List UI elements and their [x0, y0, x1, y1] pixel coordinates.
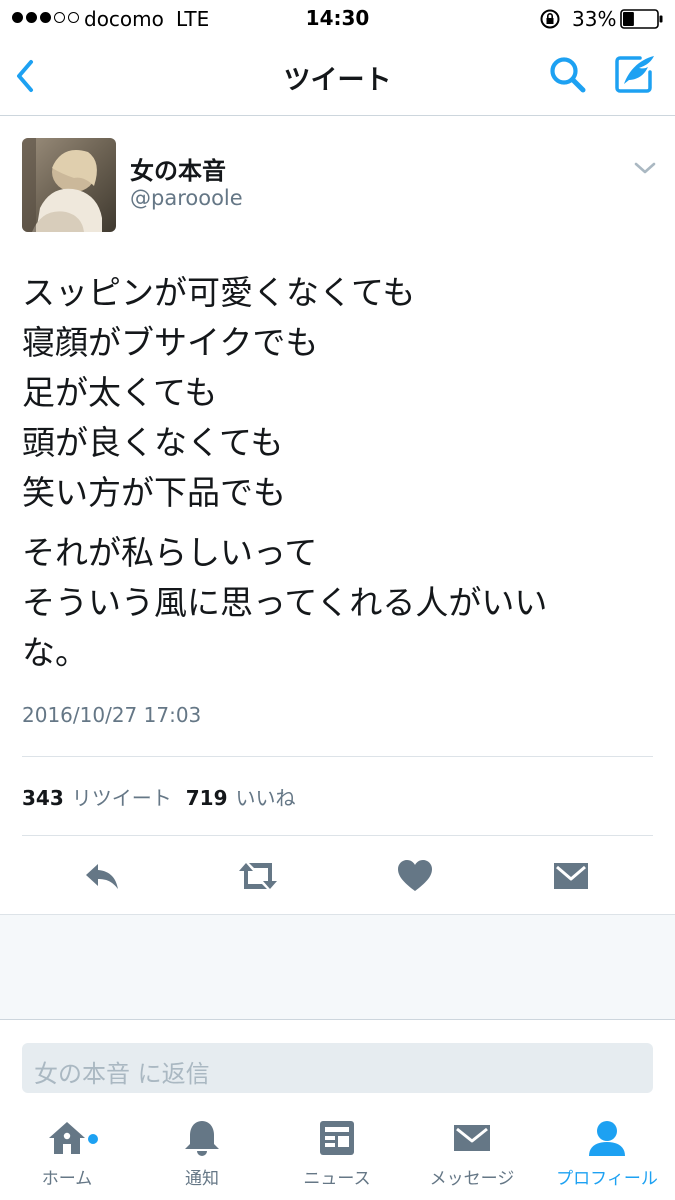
tweet-actions	[0, 838, 675, 914]
heart-icon[interactable]	[395, 858, 435, 894]
tab-profile[interactable]: プロフィール	[540, 1118, 674, 1189]
bell-icon	[185, 1121, 219, 1156]
direct-message-icon[interactable]	[551, 858, 591, 894]
battery-percentage: 33%	[572, 7, 617, 31]
envelope-icon	[454, 1125, 490, 1151]
tweet-line: そういう風に思ってくれる人がいい	[22, 583, 548, 622]
rotation-lock-icon	[540, 9, 560, 29]
compose-tweet-icon[interactable]	[612, 52, 658, 96]
avatar[interactable]	[22, 138, 116, 232]
home-icon	[49, 1122, 85, 1154]
user-handle[interactable]: @parooole	[130, 186, 243, 210]
reply-input[interactable]: 女の本音 に返信	[22, 1043, 653, 1093]
tweet-timestamp: 2016/10/27 17:03	[22, 703, 202, 727]
divider	[22, 756, 653, 757]
avatar-photo	[22, 138, 116, 232]
tweet-line: それが私らしいって	[22, 533, 318, 572]
tweet-line: 笑い方が下品でも	[22, 473, 286, 512]
conversation-spacer	[0, 914, 675, 1020]
retweet-icon[interactable]	[236, 858, 280, 894]
notification-badge-dot	[88, 1134, 98, 1144]
tweet-paragraph: それが私らしいって そういう風に思ってくれる人がいい な。	[22, 528, 662, 678]
tab-messages[interactable]: メッセージ	[405, 1118, 539, 1189]
tab-label: ニュース	[303, 1169, 371, 1189]
like-stat[interactable]: 719 いいね	[186, 786, 296, 810]
tweet-paragraph: スッピンが可愛くなくても 寝顔がブサイクでも 足が太くても 頭が良くなくても 笑…	[22, 268, 662, 518]
reply-icon[interactable]	[82, 858, 122, 894]
like-label: いいね	[235, 786, 296, 810]
tab-notifications[interactable]: 通知	[135, 1118, 269, 1189]
tab-label: メッセージ	[429, 1169, 515, 1189]
tab-label: ホーム	[41, 1169, 93, 1189]
tweet-line: な。	[22, 633, 88, 672]
battery-icon	[620, 9, 663, 29]
divider	[22, 835, 653, 836]
status-bar: docomo LTE 14:30 33%	[0, 0, 675, 38]
retweet-count: 343	[22, 786, 64, 810]
tab-bar: ホーム 通知 ニュース メッセージ プロフィール	[0, 1110, 675, 1200]
tab-news[interactable]: ニュース	[270, 1118, 404, 1189]
navigation-bar: ツイート	[0, 38, 675, 116]
tweet-line: 足が太くても	[22, 373, 218, 412]
chevron-down-icon[interactable]	[632, 158, 658, 178]
tab-home[interactable]: ホーム	[0, 1118, 134, 1189]
tab-label: 通知	[185, 1169, 219, 1189]
display-name[interactable]: 女の本音	[130, 151, 226, 186]
like-count: 719	[185, 786, 228, 810]
retweet-label: リツイート	[71, 786, 172, 810]
tweet-line: 頭が良くなくても	[22, 423, 284, 462]
tab-label: プロフィール	[556, 1169, 658, 1189]
retweet-stat[interactable]: 343 リツイート	[22, 786, 172, 810]
tweet-stats: 343 リツイート 719 いいね	[22, 782, 296, 811]
profile-icon	[589, 1121, 625, 1156]
news-icon	[320, 1121, 354, 1155]
tweet-line: 寝顔がブサイクでも	[22, 323, 319, 362]
tweet-line: スッピンが可愛くなくても	[22, 273, 416, 312]
tweet-text: スッピンが可愛くなくても 寝顔がブサイクでも 足が太くても 頭が良くなくても 笑…	[22, 268, 662, 688]
search-icon[interactable]	[548, 55, 588, 95]
